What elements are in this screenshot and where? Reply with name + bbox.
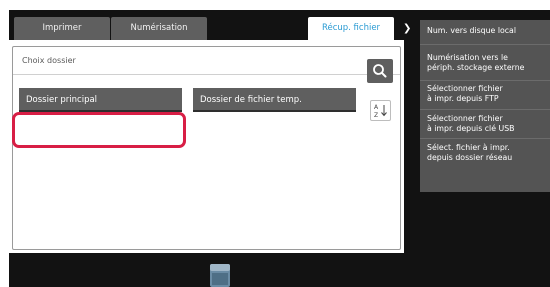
sidebar-item-label: à impr. depuis clé USB: [427, 123, 515, 133]
tab-recup-fichier[interactable]: Récup. fichier: [308, 17, 394, 40]
sidebar-item-label: Numérisation vers le: [427, 53, 508, 62]
sidebar-item-stockage-externe[interactable]: Numérisation vers le périph. stockage ex…: [427, 53, 524, 72]
sidebar-item-label: depuis dossier réseau: [427, 152, 513, 162]
sidebar: Num. vers disque local Numérisation vers…: [420, 20, 550, 192]
sidebar-item-label: à impr. depuis FTP: [427, 93, 499, 103]
sidebar-item-label: Sélect. fichier à impr.: [427, 143, 510, 152]
screen: Imprimer Numérisation Récup. fichier ❯ C…: [9, 10, 550, 287]
svg-text:A: A: [374, 104, 379, 111]
folder-box-title: Choix dossier: [22, 56, 76, 65]
tab-numerisation[interactable]: Numérisation: [111, 17, 207, 40]
folder-selection-box: Choix dossier A Z: [12, 46, 401, 250]
sidebar-item-disque-local[interactable]: Num. vers disque local: [427, 26, 516, 36]
sidebar-item-label: Num. vers disque local: [427, 26, 516, 35]
sidebar-divider: [420, 109, 550, 110]
sidebar-divider: [420, 44, 550, 45]
chevron-right-icon[interactable]: ❯: [403, 24, 411, 34]
sidebar-item-label: Sélectionner fichier: [427, 84, 503, 93]
folder-button-principal[interactable]: Dossier principal: [19, 88, 182, 112]
divider: [13, 74, 400, 75]
search-button[interactable]: [367, 59, 393, 83]
sidebar-divider: [420, 138, 550, 139]
sidebar-item-label: Sélectionner fichier: [427, 114, 503, 123]
usb-storage-icon[interactable]: [209, 263, 231, 287]
tab-imprimer[interactable]: Imprimer: [14, 17, 110, 40]
bottom-bar: [9, 253, 550, 287]
sort-button[interactable]: A Z: [370, 100, 391, 121]
sidebar-item-usb[interactable]: Sélectionner fichier à impr. depuis clé …: [427, 114, 515, 133]
svg-text:Z: Z: [374, 112, 378, 119]
sidebar-item-dossier-reseau[interactable]: Sélect. fichier à impr. depuis dossier r…: [427, 143, 512, 162]
selection-highlight: [12, 112, 186, 148]
sidebar-item-ftp[interactable]: Sélectionner fichier à impr. depuis FTP: [427, 84, 503, 103]
folder-button-temp[interactable]: Dossier de fichier temp.: [193, 88, 356, 112]
main-panel: Choix dossier A Z Dossier principal Doss…: [9, 40, 404, 253]
sort-az-icon: A Z: [374, 104, 387, 119]
sidebar-divider: [420, 80, 550, 81]
search-icon: [373, 64, 387, 78]
sidebar-item-label: périph. stockage externe: [427, 62, 525, 72]
